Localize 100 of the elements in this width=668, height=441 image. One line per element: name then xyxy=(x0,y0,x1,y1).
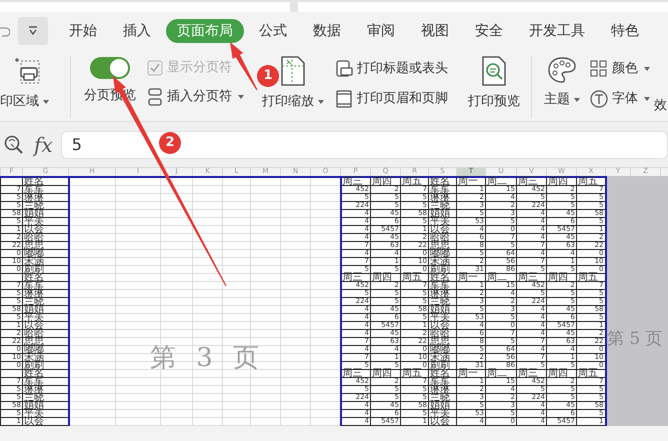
header-cell[interactable]: 周三 xyxy=(340,369,370,377)
header-cell[interactable]: 周五 xyxy=(576,273,606,281)
header-cell[interactable]: 周四 xyxy=(370,369,400,377)
table-cell[interactable]: 以会 xyxy=(22,417,68,425)
ribbon-tab[interactable]: 插入 xyxy=(112,19,162,43)
function-label[interactable]: fx xyxy=(34,130,53,160)
header-cell[interactable]: 周五 xyxy=(576,369,606,377)
table-cell[interactable]: 平美 xyxy=(428,217,456,225)
header-cell[interactable]: 姓名 xyxy=(428,176,456,185)
header-cell[interactable]: 周一 xyxy=(456,369,486,377)
page-break-icon xyxy=(147,88,163,106)
table-cell[interactable]: 以会 xyxy=(22,225,68,233)
table-cell[interactable]: 宋涵 xyxy=(428,353,456,361)
printer-icon[interactable] xyxy=(12,56,42,86)
header-cell[interactable]: 周三 xyxy=(340,273,370,281)
ribbon-tab[interactable]: 特色 xyxy=(600,19,650,43)
header-cell[interactable]: 周一 xyxy=(456,273,486,281)
ribbon-tab[interactable]: 开始 xyxy=(58,19,108,43)
table-cell[interactable]: 琳琳 xyxy=(22,289,68,297)
table-cell[interactable]: 兰晓 xyxy=(428,201,456,209)
table-cell[interactable]: 兰晓 xyxy=(22,297,68,305)
header-cell[interactable]: 姓名 xyxy=(22,176,68,185)
table-cell[interactable]: 平美 xyxy=(22,409,68,417)
print-preview-button[interactable]: 打印预览 xyxy=(463,56,525,110)
ribbon-tab[interactable]: 公式 xyxy=(248,19,298,43)
table-cell[interactable]: 兰晓 xyxy=(22,393,68,401)
table-cell[interactable]: 娟娟 xyxy=(22,305,68,313)
table-cell[interactable]: 嘟嘟 xyxy=(428,249,456,257)
table-cell[interactable]: 琳琳 xyxy=(22,385,68,393)
colors-button[interactable]: 颜色 xyxy=(590,60,652,78)
print-area-button[interactable]: 印区域 xyxy=(0,94,49,110)
table-cell[interactable]: 娟娟 xyxy=(22,209,68,217)
table-cell[interactable]: 以会 xyxy=(428,417,456,425)
table-cell[interactable]: 以会 xyxy=(428,321,456,329)
header-cell[interactable]: 姓名 xyxy=(22,273,68,281)
checkbox-label: 显示分页符 xyxy=(167,60,232,76)
table-cell[interactable]: 宋涵 xyxy=(22,257,68,265)
table-cell[interactable]: 宋涵 xyxy=(22,353,68,361)
toggle-switch[interactable] xyxy=(89,56,131,80)
table-cell[interactable]: 琳琳 xyxy=(428,289,456,297)
header-cell[interactable]: 姓名 xyxy=(22,369,68,377)
font-icon xyxy=(590,90,608,108)
table-cell[interactable]: 以会 xyxy=(428,225,456,233)
header-cell[interactable]: 周四 xyxy=(546,176,576,185)
header-cell[interactable]: 周五 xyxy=(400,176,428,185)
header-cell[interactable]: 周五 xyxy=(576,176,606,185)
table-cell[interactable]: 兰晓 xyxy=(428,297,456,305)
table-cell[interactable]: 娟娟 xyxy=(428,305,456,313)
header-footer-button[interactable]: 打印页眉和页脚 xyxy=(335,90,463,108)
table-cell[interactable]: 刷刷 xyxy=(428,265,456,273)
table-cell[interactable]: 嘟嘟 xyxy=(22,249,68,257)
table-cell[interactable]: 兰晓 xyxy=(22,201,68,209)
table-cell[interactable]: 平美 xyxy=(428,313,456,321)
header-cell[interactable]: 周五 xyxy=(400,369,428,377)
header-cell[interactable]: 姓名 xyxy=(428,369,456,377)
header-cell[interactable]: 周四 xyxy=(370,176,400,185)
ribbon-tab[interactable]: 审阅 xyxy=(356,19,406,43)
table-cell[interactable]: 琳琳 xyxy=(428,193,456,201)
table-cell[interactable]: 嘟嘟 xyxy=(428,345,456,353)
table-cell[interactable]: 刷刷 xyxy=(22,361,68,369)
chevron-icon xyxy=(28,26,38,36)
table-cell[interactable]: 平美 xyxy=(22,313,68,321)
header-cell[interactable]: 周四 xyxy=(546,273,576,281)
header-cell[interactable]: 周三 xyxy=(516,176,546,185)
header-cell[interactable]: 周四 xyxy=(546,369,576,377)
fonts-button[interactable]: 字体 xyxy=(590,90,652,108)
ribbon-tab[interactable]: 数据 xyxy=(302,19,352,43)
table-cell[interactable]: 以会 xyxy=(22,321,68,329)
print-titles-button[interactable]: 打印标题或表头 xyxy=(335,60,463,78)
table-cell[interactable]: 嘟嘟 xyxy=(22,345,68,353)
table-cell[interactable]: 刷刷 xyxy=(428,361,456,369)
theme-button[interactable]: 主题 xyxy=(538,56,586,108)
page-icon xyxy=(280,56,306,86)
table-cell[interactable]: 娟娟 xyxy=(22,401,68,409)
header-cell[interactable]: 周三 xyxy=(516,369,546,377)
header-cell[interactable]: 周五 xyxy=(400,273,428,281)
table-cell[interactable]: 宋涵 xyxy=(428,257,456,265)
table-cell[interactable]: 琳琳 xyxy=(428,385,456,393)
table-cell[interactable]: 琳琳 xyxy=(22,193,68,201)
header-cell[interactable]: 周一 xyxy=(456,176,486,185)
effects-button[interactable]: 效 xyxy=(654,98,667,114)
header-cell[interactable]: 周二 xyxy=(486,176,516,185)
table-cell[interactable]: 娟娟 xyxy=(428,401,456,409)
header-cell[interactable]: 周四 xyxy=(370,273,400,281)
ribbon-tab[interactable]: 视图 xyxy=(410,19,460,43)
header-cell[interactable]: 周三 xyxy=(516,273,546,281)
table-cell[interactable]: 兰晓 xyxy=(428,393,456,401)
table-cell[interactable]: 平美 xyxy=(22,217,68,225)
ribbon-tab[interactable]: 开发工具 xyxy=(518,19,596,43)
header-cell[interactable]: 周三 xyxy=(340,176,370,185)
table-cell[interactable]: 娟娟 xyxy=(428,209,456,217)
header-cell[interactable]: 姓名 xyxy=(428,273,456,281)
table-cell[interactable]: 刷刷 xyxy=(22,265,68,273)
zoom-icon[interactable] xyxy=(4,134,24,154)
quick-access-button[interactable] xyxy=(18,17,48,45)
insert-page-break-button[interactable]: 插入分页符 xyxy=(147,88,257,106)
header-cell[interactable]: 周二 xyxy=(486,273,516,281)
table-cell[interactable]: 平美 xyxy=(428,409,456,417)
ribbon-tab[interactable]: 安全 xyxy=(464,19,514,43)
header-cell[interactable]: 周二 xyxy=(486,369,516,377)
